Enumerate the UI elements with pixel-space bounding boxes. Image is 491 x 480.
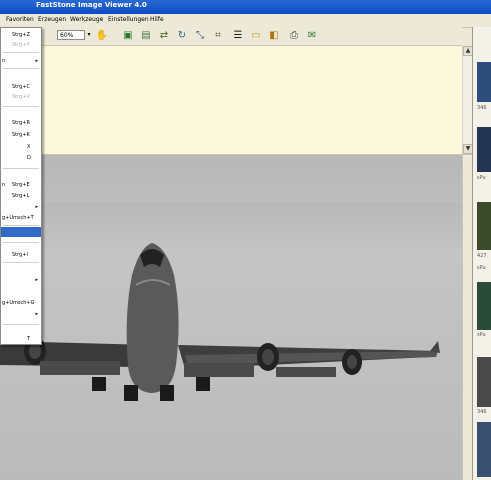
thumbnail-caption: sPu bbox=[477, 332, 486, 338]
thumbnail-caption: 346 bbox=[477, 409, 487, 415]
menu-item[interactable]: Strg+I bbox=[1, 250, 41, 260]
thumbnail-caption: sPu bbox=[477, 175, 486, 181]
flip-icon[interactable]: ⇄ bbox=[158, 29, 170, 41]
menu-label: n bbox=[2, 182, 6, 188]
menu-shortcut: Strg+K bbox=[12, 132, 30, 138]
menu-item[interactable]: Strg+R bbox=[1, 118, 41, 128]
photo-icon[interactable]: ▣ bbox=[122, 29, 134, 41]
info-panel bbox=[0, 46, 472, 155]
menu-shortcut: Strg+C bbox=[12, 84, 30, 90]
menu-separator bbox=[3, 106, 39, 107]
slideshow-icon[interactable]: ▭ bbox=[250, 29, 262, 41]
submenu-arrow-icon: ▸ bbox=[35, 277, 38, 283]
menu-item[interactable]: Strg+K bbox=[1, 130, 41, 140]
thumbnail-caption: sPu bbox=[477, 265, 486, 271]
thumbnail[interactable] bbox=[477, 62, 491, 102]
menu-item[interactable]: g+Umsch+T bbox=[1, 213, 41, 223]
submenu-arrow-icon: ▸ bbox=[35, 311, 38, 317]
menu-item[interactable]: Strg+C bbox=[1, 82, 41, 92]
menu-shortcut: X bbox=[27, 144, 31, 150]
airplane-image bbox=[0, 155, 462, 480]
menu-shortcut: Strg+Z bbox=[12, 32, 30, 38]
menu-item[interactable]: n ▸ bbox=[1, 56, 41, 66]
menu-item[interactable]: Strg+Y bbox=[1, 40, 41, 50]
compare-icon[interactable]: ◧ bbox=[268, 29, 280, 41]
menu-shortcut: g+Umsch+T bbox=[2, 215, 34, 221]
menu-item[interactable]: ▸ bbox=[1, 309, 41, 319]
title-bar: FastStone Image Viewer 4.0 bbox=[0, 0, 491, 14]
menu-separator bbox=[3, 242, 39, 243]
menu-separator bbox=[3, 262, 39, 263]
menu-einstellungen[interactable]: Einstellungen bbox=[108, 16, 149, 23]
thumbnail[interactable] bbox=[477, 357, 491, 407]
menu-item[interactable]: Strg+L bbox=[1, 191, 41, 201]
menu-item[interactable]: X bbox=[1, 142, 41, 152]
thumbnail-caption: 427 bbox=[477, 253, 487, 259]
menu-shortcut: D bbox=[27, 155, 31, 161]
rotate-icon[interactable]: ↻ bbox=[176, 29, 188, 41]
crop-icon[interactable]: ⌗ bbox=[212, 29, 224, 41]
context-menu: Strg+Z Strg+Y n ▸ Strg+C Strg+V Strg+R St… bbox=[0, 27, 42, 345]
photo-edit-icon[interactable]: ▤ bbox=[140, 29, 152, 41]
menu-werkzeuge[interactable]: Werkzeuge bbox=[70, 16, 103, 23]
menu-item-highlighted[interactable] bbox=[1, 227, 41, 237]
menu-shortcut: Strg+R bbox=[12, 120, 30, 126]
thumbnail-caption: 346 bbox=[477, 105, 487, 111]
menu-item[interactable]: Strg+Z bbox=[1, 30, 41, 40]
menu-item[interactable]: n Strg+E bbox=[1, 180, 41, 190]
menu-separator bbox=[3, 68, 39, 69]
menu-separator bbox=[3, 168, 39, 169]
menu-shortcut: g+Umsch+G bbox=[2, 300, 35, 306]
adjust-icon[interactable]: ☰ bbox=[232, 29, 244, 41]
image-viewer[interactable] bbox=[0, 155, 462, 480]
menu-shortcut: Strg+V bbox=[12, 94, 30, 100]
menu-shortcut: Strg+I bbox=[12, 252, 28, 258]
submenu-arrow-icon: ▸ bbox=[35, 204, 38, 210]
menu-hilfe[interactable]: Hilfe bbox=[150, 16, 164, 23]
print-icon[interactable]: ⎙ bbox=[288, 29, 300, 41]
menu-bar: Favoriten Erzeugen Werkzeuge Einstellung… bbox=[0, 14, 491, 28]
toolbar: 60% ▾ ✋ ▣ ▤ ⇄ ↻ ⤡ ⌗ ☰ ▭ ◧ ⎙ ✉ bbox=[42, 27, 462, 46]
menu-erzeugen[interactable]: Erzeugen bbox=[38, 16, 66, 23]
menu-item[interactable]: T bbox=[1, 334, 41, 344]
zoom-input[interactable]: 60% bbox=[57, 30, 85, 40]
menu-shortcut: Strg+E bbox=[12, 182, 30, 188]
menu-item[interactable]: g+Umsch+G bbox=[1, 298, 41, 308]
thumbnail[interactable] bbox=[477, 422, 491, 477]
menu-shortcut: Strg+Y bbox=[12, 42, 30, 48]
window-title: FastStone Image Viewer 4.0 bbox=[36, 1, 147, 9]
menu-separator bbox=[3, 324, 39, 325]
thumbnail[interactable] bbox=[477, 202, 491, 250]
submenu-arrow-icon: ▸ bbox=[35, 58, 38, 64]
menu-item[interactable]: Strg+V bbox=[1, 92, 41, 102]
hand-icon[interactable]: ✋ bbox=[96, 29, 108, 41]
thumbnail[interactable] bbox=[477, 282, 491, 330]
menu-label: n bbox=[2, 58, 6, 64]
thumbnail[interactable] bbox=[477, 127, 491, 172]
menu-favoriten[interactable]: Favoriten bbox=[6, 16, 34, 23]
zoom-dropdown-icon[interactable]: ▾ bbox=[85, 30, 93, 40]
thumbnail-browser: 346 sPu 427 sPu sPu 346 bbox=[472, 27, 491, 480]
email-icon[interactable]: ✉ bbox=[306, 29, 318, 41]
menu-separator bbox=[3, 52, 39, 53]
menu-shortcut: Strg+L bbox=[12, 193, 30, 199]
menu-shortcut: T bbox=[27, 336, 31, 342]
menu-item[interactable]: ▸ bbox=[1, 275, 41, 285]
menu-separator bbox=[3, 225, 39, 226]
resize-icon[interactable]: ⤡ bbox=[194, 29, 206, 41]
menu-item[interactable]: D bbox=[1, 153, 41, 163]
menu-item[interactable]: ▸ bbox=[1, 202, 41, 212]
